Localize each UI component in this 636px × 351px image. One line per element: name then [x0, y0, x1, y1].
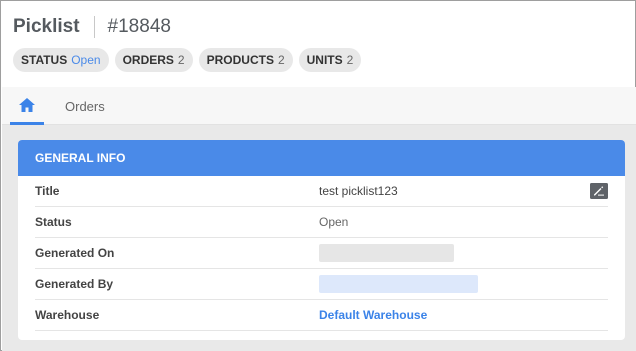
picklist-window: Picklist #18848 STATUS Open ORDERS 2 PRO…: [0, 0, 636, 351]
status-badge-key: STATUS: [21, 53, 68, 67]
status-badge-value: Open: [71, 53, 101, 67]
units-badge-value: 2: [346, 53, 354, 67]
picklist-number: #18848: [107, 16, 171, 37]
orders-badge-key: ORDERS: [122, 53, 174, 67]
row-generated-on: Generated On: [35, 238, 608, 269]
orders-badge-value: 2: [177, 53, 185, 67]
warehouse-link[interactable]: Default Warehouse: [319, 308, 427, 322]
products-badge-value: 2: [277, 53, 285, 67]
row-warehouse: Warehouse Default Warehouse: [35, 300, 608, 331]
home-icon: [19, 97, 35, 112]
title-divider: [93, 16, 95, 38]
tab-bar: Orders: [2, 87, 636, 125]
title-value: test picklist123: [319, 184, 398, 198]
products-badge: PRODUCTS 2: [198, 48, 293, 72]
edit-icon[interactable]: [590, 183, 608, 199]
tab-orders[interactable]: Orders: [65, 87, 105, 125]
general-info-heading: GENERAL INFO: [18, 140, 625, 176]
row-title: Title test picklist123: [35, 176, 608, 207]
row-status: Status Open: [35, 207, 608, 238]
general-info-card: GENERAL INFO Title test picklist123 Stat…: [18, 140, 625, 340]
orders-badge: ORDERS 2: [114, 48, 193, 72]
generated-by-value-redacted[interactable]: [319, 275, 478, 293]
status-badge: STATUS Open: [13, 48, 109, 72]
generated-by-label: Generated By: [35, 277, 114, 291]
status-label: Status: [35, 215, 72, 229]
tab-home[interactable]: [10, 87, 44, 125]
units-badge: UNITS 2: [298, 48, 362, 72]
page-header: Picklist #18848: [13, 13, 171, 41]
warehouse-label: Warehouse: [35, 308, 100, 322]
page-title: Picklist: [13, 16, 80, 37]
general-info-rows: Title test picklist123 Status Open Gener…: [18, 176, 625, 331]
summary-badges: STATUS Open ORDERS 2 PRODUCTS 2 UNITS 2: [13, 48, 362, 72]
title-label: Title: [35, 184, 60, 198]
generated-on-value-redacted: [319, 244, 454, 262]
generated-on-label: Generated On: [35, 246, 115, 260]
row-generated-by: Generated By: [35, 269, 608, 300]
products-badge-key: PRODUCTS: [206, 53, 274, 67]
units-badge-key: UNITS: [306, 53, 343, 67]
status-value: Open: [319, 215, 349, 229]
